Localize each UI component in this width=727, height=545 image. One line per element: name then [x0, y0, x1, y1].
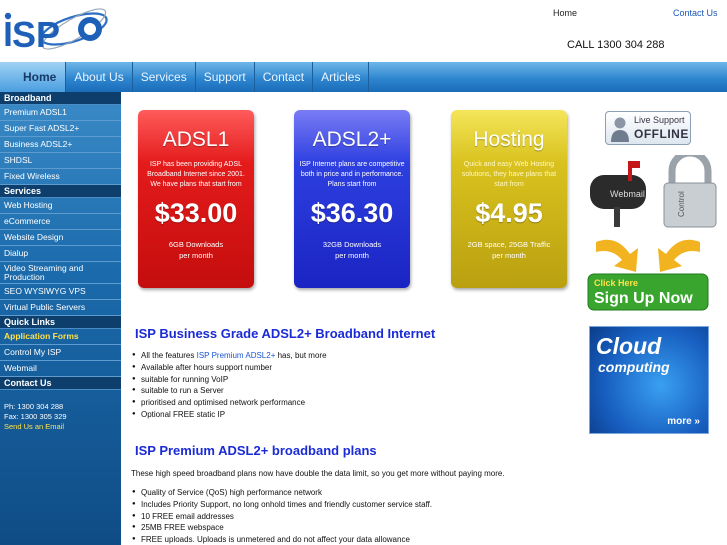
contact-email-link[interactable]: Send Us an Email: [4, 422, 64, 431]
nav-services[interactable]: Services: [133, 62, 196, 92]
contact-phone: Ph: 1300 304 288: [4, 402, 64, 411]
card-feature: 32GB Downloads per month: [294, 239, 410, 261]
call-number: CALL 1300 304 288: [567, 39, 665, 51]
top-link-contact-us[interactable]: Contact Us: [673, 8, 718, 18]
card-price: $33.00: [154, 198, 238, 228]
card-description: ISP Internet plans are competitive both …: [299, 161, 405, 188]
nav-about-us[interactable]: About Us: [66, 62, 133, 92]
sidebar-item-video-streaming[interactable]: Video Streaming and Production: [0, 262, 121, 284]
card-description: ISP has been providing ADSL Broadband In…: [147, 161, 245, 188]
sidebar-item-dialup[interactable]: Dialup: [0, 246, 121, 262]
list-item-suffix: has, but more: [275, 351, 327, 360]
card-title: Hosting: [473, 128, 545, 151]
intro-text: These high speed broadband plans now hav…: [131, 469, 505, 478]
cloud-subtitle: computing: [598, 359, 670, 375]
card-period: per month: [492, 251, 526, 260]
sidebar-item-application-forms[interactable]: Application Forms: [0, 329, 121, 345]
list-item: Optional FREE static IP: [132, 409, 327, 421]
card-feature-text: 2GB space, 25GB Traffic: [467, 240, 551, 249]
live-support-label: Live Support: [634, 115, 685, 125]
sidebar-item-control-my-isp[interactable]: Control My ISP: [0, 345, 121, 361]
signup-big-text: Sign Up Now: [594, 290, 693, 307]
nav-support[interactable]: Support: [196, 62, 255, 92]
sidebar-item-seo-wysiwyg-vps[interactable]: SEO WYSIWYG VPS: [0, 284, 121, 300]
isp-logo[interactable]: SP: [2, 3, 114, 51]
sidebar-item-web-hosting[interactable]: Web Hosting: [0, 198, 121, 214]
feature-list-premium: Quality of Service (QoS) high performanc…: [132, 487, 432, 545]
sidebar: Broadband Premium ADSL1 Super Fast ADSL2…: [0, 92, 121, 545]
card-feature-text: 6GB Downloads: [168, 240, 224, 249]
premium-adsl2-link[interactable]: ISP Premium ADSL2+: [197, 351, 276, 360]
heading-business-grade: ISP Business Grade ADSL2+ Broadband Inte…: [135, 326, 436, 341]
sidebar-heading-services: Services: [0, 185, 121, 198]
plan-card-hosting[interactable]: Hosting Quick and easy Web Hosting solut…: [451, 110, 567, 288]
list-item: FREE uploads. Uploads is unmetered and d…: [132, 534, 432, 545]
list-item: suitable for running VoIP: [132, 374, 327, 386]
webmail-control-graphic[interactable]: Webmail Control: [588, 155, 718, 230]
padlock-icon: Control: [663, 155, 717, 228]
plan-card-adsl1[interactable]: ADSL1 ISP has been providing ADSL Broadb…: [138, 110, 254, 288]
nav-articles[interactable]: Articles: [313, 62, 370, 92]
nav-contact[interactable]: Contact: [255, 62, 314, 92]
live-support-button[interactable]: Live Support OFFLINE: [605, 111, 691, 145]
sidebar-item-website-design[interactable]: Website Design: [0, 230, 121, 246]
list-item: Quality of Service (QoS) high performanc…: [132, 487, 432, 499]
list-item: prioritised and optimised network perfor…: [132, 397, 327, 409]
list-item: All the features ISP Premium ADSL2+ has,…: [132, 350, 327, 362]
card-period: per month: [179, 251, 213, 260]
arrow-icon: [596, 239, 638, 272]
svg-text:SP: SP: [12, 14, 60, 51]
list-item: 25MB FREE webspace: [132, 522, 432, 534]
card-feature: 6GB Downloads per month: [138, 239, 254, 261]
nav-home[interactable]: Home: [0, 62, 67, 92]
arrow-icon: [658, 239, 700, 272]
sidebar-item-webmail[interactable]: Webmail: [0, 361, 121, 377]
card-feature-text: 32GB Downloads: [322, 240, 382, 249]
list-item-prefix: All the features: [141, 351, 197, 360]
control-label: Control: [677, 191, 686, 217]
heading-premium-plans: ISP Premium ADSL2+ broadband plans: [135, 443, 377, 458]
sidebar-heading-broadband: Broadband: [0, 92, 121, 105]
contact-fax: Fax: 1300 305 329: [4, 412, 67, 421]
list-item: 10 FREE email addresses: [132, 511, 432, 523]
header: SP Home Contact Us CALL 1300 304 288: [0, 0, 727, 62]
list-item: Available after hours support number: [132, 362, 327, 374]
webmail-label: Webmail: [610, 189, 645, 199]
plan-card-adsl2[interactable]: ADSL2+ ISP Internet plans are competitiv…: [294, 110, 410, 288]
sidebar-item-virtual-public-servers[interactable]: Virtual Public Servers: [0, 300, 121, 316]
live-support-status: OFFLINE: [634, 127, 689, 141]
sidebar-item-business-adsl2[interactable]: Business ADSL2+: [0, 137, 121, 153]
sidebar-item-fixed-wireless[interactable]: Fixed Wireless: [0, 169, 121, 185]
feature-list-business: All the features ISP Premium ADSL2+ has,…: [132, 350, 327, 421]
cloud-more-link[interactable]: more »: [667, 416, 700, 427]
card-price: $4.95: [475, 198, 543, 228]
signup-small-text: Click Here: [594, 278, 638, 288]
sidebar-item-shdsl[interactable]: SHDSL: [0, 153, 121, 169]
list-item: Includes Priority Support, no long onhol…: [132, 499, 432, 511]
page: SP Home Contact Us CALL 1300 304 288 Hom…: [0, 0, 727, 545]
person-icon: [611, 117, 629, 142]
top-link-home[interactable]: Home: [553, 8, 577, 18]
card-price: $36.30: [310, 198, 394, 228]
card-title: ADSL2+: [312, 128, 392, 151]
card-feature: 2GB space, 25GB Traffic per month: [451, 239, 567, 261]
cloud-computing-banner[interactable]: Cloud computing more »: [589, 326, 709, 434]
sign-up-now-button[interactable]: Click Here Sign Up Now: [586, 238, 710, 312]
contact-block: Ph: 1300 304 288 Fax: 1300 305 329 Send …: [0, 390, 121, 432]
mailbox-icon: Webmail: [590, 161, 646, 227]
card-title: ADSL1: [162, 128, 230, 151]
card-description: Quick and easy Web Hosting solutions, th…: [461, 161, 557, 188]
sidebar-item-premium-adsl1[interactable]: Premium ADSL1: [0, 105, 121, 121]
cloud-title: Cloud: [596, 333, 662, 359]
sidebar-heading-quick-links: Quick Links: [0, 316, 121, 329]
sidebar-item-ecommerce[interactable]: eCommerce: [0, 214, 121, 230]
card-period: per month: [335, 251, 369, 260]
list-item: suitable to run a Server: [132, 385, 327, 397]
sidebar-heading-contact-us: Contact Us: [0, 377, 121, 390]
main-navigation: Home About Us Services Support Contact A…: [0, 62, 727, 92]
sidebar-item-super-fast-adsl2[interactable]: Super Fast ADSL2+: [0, 121, 121, 137]
